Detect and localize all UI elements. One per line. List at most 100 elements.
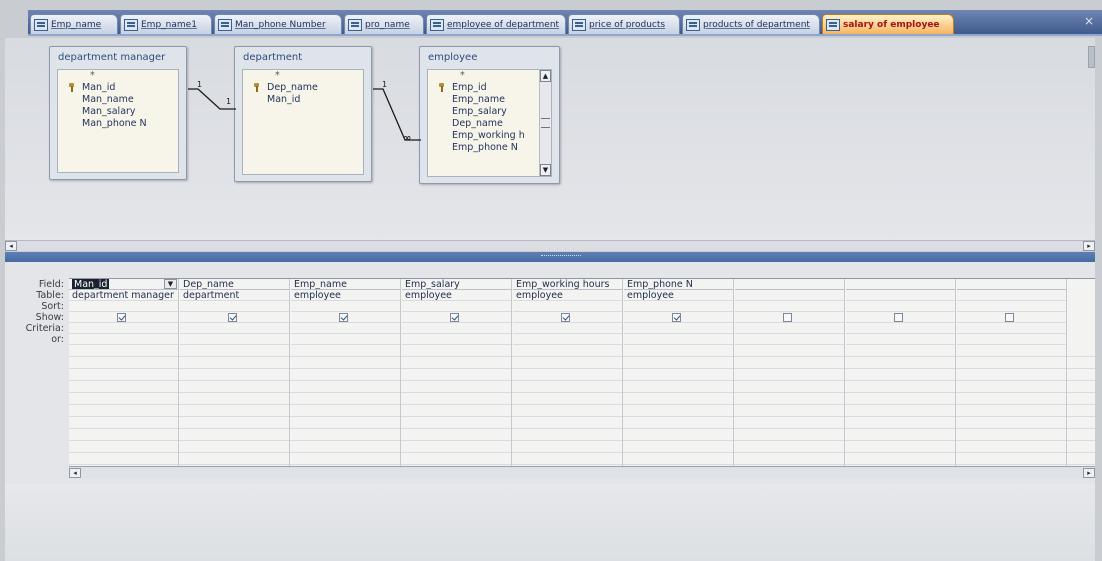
scroll-left-icon[interactable]: ◂ [5,241,17,251]
tab-price-of-products[interactable]: price of products [568,14,680,34]
grid-column[interactable]: Emp_salary employee [402,279,512,466]
query-design-grid[interactable]: Man_id ▼ department manager Dep_name departm… [69,278,1095,466]
grid-column[interactable]: Dep_name department [180,279,290,466]
field-cell[interactable]: Dep_name [180,279,289,290]
field-dropdown-icon[interactable]: ▼ [164,279,177,289]
grid-column[interactable] [957,279,1067,466]
tab-emp-name1[interactable]: Emp_name1 [120,14,212,34]
or-cell[interactable] [735,334,844,345]
table-box-employee[interactable]: employee * Emp_id Emp_name Emp_salary Dep_n… [419,46,560,184]
splitter-grip-icon[interactable] [541,255,581,258]
show-cell[interactable] [624,312,733,323]
tab-products-of-department[interactable]: products of department [682,14,820,34]
field-item[interactable]: Emp_id [428,82,551,94]
field-cell[interactable]: Emp_working hours [513,279,622,290]
criteria-cell[interactable] [402,323,511,334]
tab-emp-name[interactable]: Emp_name [30,14,118,34]
show-checkbox[interactable] [450,313,459,322]
show-checkbox[interactable] [339,313,348,322]
table-cell[interactable]: employee [291,290,400,301]
sort-cell[interactable] [69,301,178,312]
or-cell[interactable] [846,334,955,345]
sort-cell[interactable] [735,301,844,312]
tab-pro-name[interactable]: pro_name [344,14,424,34]
field-item[interactable]: Man_id [243,94,363,106]
show-cell[interactable] [402,312,511,323]
sort-cell[interactable] [624,301,733,312]
show-checkbox[interactable] [672,313,681,322]
design-vertical-scrollbar[interactable] [1088,46,1095,68]
table-cell[interactable]: employee [513,290,622,301]
show-cell[interactable] [69,312,178,323]
field-all-star[interactable]: * [58,70,178,82]
field-item[interactable]: Man_id [58,82,178,94]
or-cell[interactable] [957,334,1066,345]
field-cell[interactable] [846,279,955,290]
sort-cell[interactable] [846,301,955,312]
field-item[interactable]: Emp_salary [428,106,551,118]
field-cell[interactable]: Man_id ▼ [69,279,178,290]
field-item[interactable]: Emp_name [428,94,551,106]
close-tab-icon[interactable]: × [1084,14,1094,28]
relationship-line-manager-department[interactable] [180,78,244,118]
field-all-star[interactable]: * [243,70,363,82]
show-cell[interactable] [180,312,289,323]
design-horizontal-scrollbar[interactable]: ◂ ▸ [5,240,1095,251]
grid-column[interactable]: Emp_name employee [291,279,401,466]
criteria-cell[interactable] [513,323,622,334]
field-list[interactable]: * Dep_name Man_id [242,69,364,175]
sort-cell[interactable] [513,301,622,312]
field-cell[interactable]: Emp_name [291,279,400,290]
field-list-scrollbar[interactable]: ▲ ▼ [539,70,551,176]
criteria-cell[interactable] [180,323,289,334]
show-checkbox[interactable] [894,313,903,322]
table-cell[interactable]: department manager [69,290,178,301]
or-cell[interactable] [291,334,400,345]
or-cell[interactable] [402,334,511,345]
field-item[interactable]: Dep_name [243,82,363,94]
field-cell[interactable] [735,279,844,290]
table-cell[interactable]: employee [624,290,733,301]
scroll-up-icon[interactable]: ▲ [540,70,551,82]
scroll-down-icon[interactable]: ▼ [540,164,551,176]
or-cell[interactable] [69,334,178,345]
criteria-cell[interactable] [291,323,400,334]
sort-cell[interactable] [402,301,511,312]
table-cell[interactable] [846,290,955,301]
sort-cell[interactable] [957,301,1066,312]
table-cell[interactable] [957,290,1066,301]
grid-column[interactable]: Emp_phone Nemployee [624,279,734,466]
or-cell[interactable] [624,334,733,345]
field-all-star[interactable]: * [428,70,551,82]
show-cell[interactable] [957,312,1066,323]
scroll-left-icon[interactable]: ◂ [69,468,81,478]
table-cell[interactable]: employee [402,290,511,301]
field-item[interactable]: Emp_phone N [428,142,551,154]
grid-column[interactable]: Emp_working hours employee [513,279,623,466]
grid-horizontal-scrollbar[interactable]: ◂ ▸ [69,466,1095,478]
or-cell[interactable] [180,334,289,345]
table-title[interactable]: department manager [50,47,186,69]
criteria-cell[interactable] [735,323,844,334]
grid-column[interactable] [735,279,845,466]
field-item[interactable]: Dep_name [428,118,551,130]
or-cell[interactable] [513,334,622,345]
field-item[interactable]: Man_salary [58,106,178,118]
criteria-cell[interactable] [846,323,955,334]
sort-cell[interactable] [291,301,400,312]
field-item[interactable]: Man_phone N [58,118,178,130]
show-cell[interactable] [513,312,622,323]
table-title[interactable]: employee [420,47,559,69]
table-title[interactable]: department [235,47,371,69]
pane-splitter[interactable] [5,252,1095,262]
show-checkbox[interactable] [783,313,792,322]
show-checkbox[interactable] [228,313,237,322]
grid-column[interactable]: Man_id ▼ department manager [69,279,179,466]
tab-employee-of-department[interactable]: employee of department [426,14,566,34]
field-cell[interactable]: Emp_salary [402,279,511,290]
scroll-right-icon[interactable]: ▸ [1083,241,1095,251]
criteria-cell[interactable] [957,323,1066,334]
tab-salary-of-employee[interactable]: salary of employee [822,14,954,34]
show-cell[interactable] [735,312,844,323]
table-box-department-manager[interactable]: department manager * Man_id Man_name Man_sa… [49,46,187,180]
